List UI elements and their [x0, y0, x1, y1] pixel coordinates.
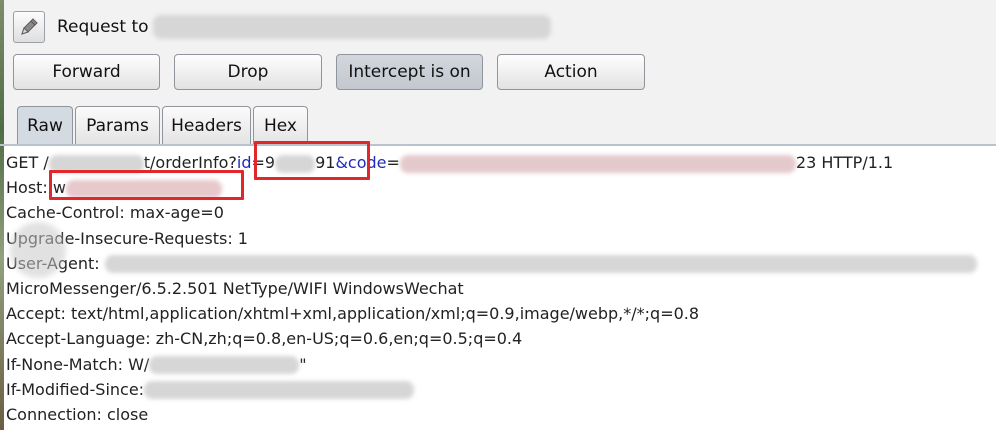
user-agent-continuation: MicroMessenger/6.5.2.501 NetType/WIFI Wi…	[6, 278, 464, 298]
redacted-user-agent	[104, 255, 977, 274]
redacted-code-value	[399, 154, 796, 173]
if-none-match-end: "	[299, 354, 307, 374]
redacted-request-target	[152, 15, 551, 39]
tab-divider	[0, 144, 996, 146]
pencil-icon	[21, 18, 38, 35]
edit-button[interactable]	[13, 11, 45, 43]
tab-params[interactable]: Params	[75, 106, 160, 144]
user-agent-header: User-Agent:	[6, 251, 994, 276]
request-title: Request to	[57, 17, 149, 37]
intercept-toggle-button[interactable]: Intercept is on	[336, 54, 483, 90]
id-parameter-highlight	[254, 141, 370, 180]
if-none-match-header: If-None-Match: W/ "	[6, 352, 994, 377]
forward-button[interactable]: Forward	[13, 54, 160, 90]
tab-headers[interactable]: Headers	[162, 106, 251, 144]
if-modified-since-header: If-Modified-Since:	[6, 377, 994, 402]
intercept-controls: Forward Drop Intercept is on Action	[13, 54, 645, 90]
connection-header: Connection: close	[6, 404, 149, 424]
upgrade-insecure-header: Upgrade-Insecure-Requests: 1	[6, 228, 248, 248]
cache-control-header: Cache-Control: max-age=0	[6, 203, 224, 223]
code-value-end: 23	[795, 153, 817, 172]
host-label: Host:	[6, 178, 53, 198]
code-equals: =	[386, 153, 400, 172]
window-edge-strip	[0, 0, 4, 430]
proxy-intercept-window: Request to Forward Drop Intercept is on …	[0, 0, 996, 430]
redacted-modified-date	[144, 381, 415, 400]
tab-raw[interactable]: Raw	[17, 106, 73, 144]
accept-header: Accept: text/html,application/xhtml+xml,…	[6, 304, 700, 324]
http-protocol: HTTP/1.1	[816, 153, 894, 172]
request-method: GET /	[6, 153, 49, 172]
if-modified-since-label: If-Modified-Since:	[6, 379, 145, 399]
if-none-match-label: If-None-Match: W/	[6, 354, 150, 374]
redaction-blob	[10, 222, 66, 278]
accept-language-header: Accept-Language: zh-CN,zh;q=0.8,en-US;q=…	[6, 329, 523, 349]
drop-button[interactable]: Drop	[174, 54, 322, 90]
redacted-etag	[149, 356, 300, 374]
tab-hex[interactable]: Hex	[253, 106, 308, 144]
request-title-row: Request to	[13, 10, 551, 44]
action-button[interactable]: Action	[497, 54, 645, 90]
host-value-highlight	[49, 170, 244, 200]
message-view-tabs: Raw Params Headers Hex	[17, 106, 308, 144]
